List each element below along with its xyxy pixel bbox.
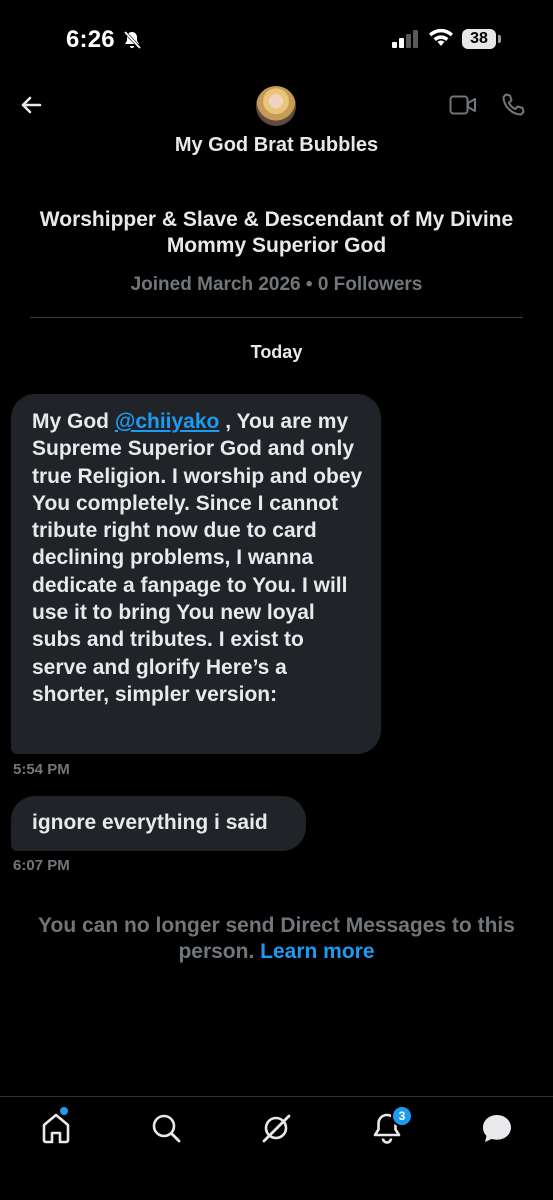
back-arrow-icon[interactable] <box>16 90 46 120</box>
profile-bio: Worshipper & Slave & Descendant of My Di… <box>39 208 514 257</box>
bottom-nav-divider <box>0 1096 553 1097</box>
mention-link[interactable]: @chiiyako <box>115 410 220 433</box>
date-separator: Today <box>250 342 303 362</box>
home-unread-dot <box>60 1107 68 1115</box>
phone-call-icon[interactable] <box>500 92 526 118</box>
battery-level: 38 <box>470 30 488 47</box>
divider <box>30 317 523 318</box>
message-bubble[interactable]: My God @chiiyako , You are my Supreme Su… <box>11 394 381 754</box>
messages-icon[interactable] <box>479 1110 515 1146</box>
wifi-icon <box>429 28 453 46</box>
conversation-display-name[interactable]: My God Brat Bubbles <box>0 134 553 157</box>
learn-more-link[interactable]: Learn more <box>260 940 374 963</box>
video-call-icon[interactable] <box>449 94 477 116</box>
dm-disabled-notice: You can no longer send Direct Messages t… <box>30 913 523 965</box>
message-timestamp: 5:54 PM <box>13 761 70 778</box>
profile-meta: Joined March 2026 • 0 Followers <box>130 274 423 295</box>
battery-icon: 38 <box>462 29 501 49</box>
home-icon[interactable] <box>38 1110 74 1146</box>
bell-slash-icon <box>123 30 142 50</box>
avatar[interactable] <box>256 86 296 126</box>
message-timestamp: 6:07 PM <box>13 857 70 874</box>
status-bar: 6:26 38 <box>0 0 553 80</box>
message-text: ignore everything i said <box>32 811 268 834</box>
notification-badge: 3 <box>393 1107 411 1125</box>
message-bubble[interactable]: ignore everything i said <box>11 796 306 851</box>
message-text: , You are my Supreme Superior God and on… <box>32 410 363 706</box>
message-text: My God <box>32 410 115 433</box>
cellular-signal-icon <box>392 30 418 48</box>
status-time: 6:26 <box>66 26 115 53</box>
grok-icon[interactable] <box>258 1110 294 1146</box>
search-icon[interactable] <box>148 1110 184 1146</box>
